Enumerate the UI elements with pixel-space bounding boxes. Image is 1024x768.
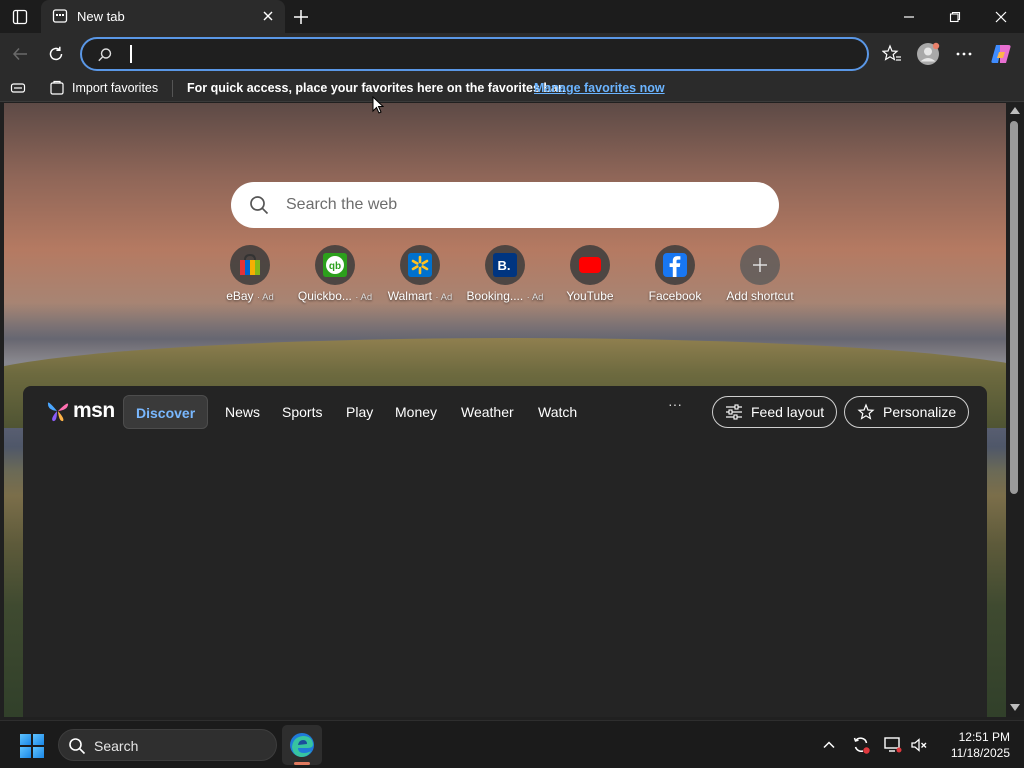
back-button[interactable] (8, 42, 32, 66)
taskbar-search[interactable]: Search (58, 729, 277, 761)
title-bar: New tab (0, 0, 1024, 33)
minimize-icon (904, 16, 914, 18)
nav-sports[interactable]: Sports (270, 395, 334, 429)
avatar-icon (917, 42, 940, 65)
chevron-up-icon (823, 741, 835, 749)
msn-logo[interactable]: msn (45, 398, 115, 424)
taskbar: Search 12:51 PM 11/18/2025 (0, 720, 1024, 768)
close-window-button[interactable] (988, 4, 1014, 30)
nav-watch[interactable]: Watch (526, 395, 589, 429)
import-favorites-button[interactable]: Import favorites (49, 79, 158, 97)
toolbar (0, 33, 1024, 75)
sparkle-star-icon (857, 403, 875, 420)
text-caret (130, 45, 132, 63)
personalize-button[interactable]: Personalize (844, 396, 970, 428)
display-tray-button[interactable] (883, 735, 903, 755)
scroll-thumb[interactable] (1010, 121, 1018, 494)
clock-time: 12:51 PM (958, 730, 1010, 744)
settings-more-button[interactable] (952, 42, 976, 66)
profile-button[interactable] (916, 42, 940, 66)
favorites-bar: Import favorites For quick access, place… (0, 75, 1024, 102)
plus-icon (740, 245, 780, 285)
edge-icon (290, 733, 314, 757)
favorites-hint: For quick access, place your favorites h… (187, 81, 566, 95)
close-icon (995, 11, 1007, 23)
search-icon (98, 48, 112, 62)
taskbar-edge-app[interactable] (282, 725, 322, 765)
nav-money[interactable]: Money (383, 395, 449, 429)
sliders-icon (726, 404, 742, 420)
new-tab-plus-icon[interactable] (290, 6, 312, 28)
shortcut-label: Add shortcut (726, 289, 794, 303)
msn-butterfly-icon (47, 402, 69, 422)
walmart-icon (400, 245, 440, 285)
web-search-box[interactable] (231, 182, 779, 228)
monitor-icon (884, 737, 902, 753)
back-arrow-icon (12, 47, 27, 61)
nav-discover[interactable]: Discover (123, 395, 209, 429)
copilot-button[interactable] (989, 42, 1013, 66)
booking-icon: B. (485, 245, 525, 285)
favorites-divider (172, 80, 173, 97)
quickbooks-icon: qb (315, 245, 355, 285)
shortcut-add[interactable]: Add shortcut (715, 245, 805, 309)
star-list-icon (882, 44, 901, 61)
show-hidden-icons-button[interactable] (819, 735, 839, 755)
clock-date: 11/18/2025 (950, 746, 1010, 760)
nav-more-button[interactable]: ··· (668, 396, 682, 412)
nav-news[interactable]: News (213, 395, 272, 429)
refresh-icon (49, 46, 63, 61)
scroll-down-icon[interactable] (1010, 704, 1020, 711)
youtube-icon (570, 245, 610, 285)
feed-layout-button[interactable]: Feed layout (712, 396, 838, 428)
restore-button[interactable] (942, 4, 968, 30)
svg-text:B.: B. (498, 258, 511, 273)
manage-favorites-link[interactable]: Manage favorites now (534, 81, 665, 95)
speaker-muted-icon (911, 738, 927, 752)
restore-icon (949, 11, 961, 23)
new-tab-page: eBay · Ad qb Quickbo... · Ad Walmart · A… (4, 103, 1006, 717)
refresh-button[interactable] (44, 42, 68, 66)
volume-tray-button[interactable] (909, 735, 929, 755)
nav-weather[interactable]: Weather (449, 395, 526, 429)
svg-text:qb: qb (329, 261, 341, 272)
search-icon (250, 196, 269, 215)
page-scrollbar[interactable] (1006, 103, 1024, 717)
active-app-indicator (294, 762, 310, 765)
more-dots-icon (956, 52, 972, 56)
web-search-input[interactable] (286, 195, 746, 215)
new-tab-favicon-icon (52, 9, 68, 23)
import-favorites-label: Import favorites (72, 81, 159, 95)
sync-alert-icon (853, 737, 870, 754)
scroll-up-icon[interactable] (1010, 107, 1020, 114)
msn-logo-text: msn (73, 399, 115, 422)
mouse-cursor-icon (372, 96, 384, 114)
search-icon (69, 738, 86, 755)
facebook-icon (655, 245, 695, 285)
address-input[interactable] (126, 44, 846, 64)
tab-title: New tab (77, 9, 125, 24)
import-icon (50, 80, 64, 95)
screen: New tab Import favorites For quick acces… (0, 0, 1024, 768)
windows-logo-icon (20, 734, 31, 745)
tab-close-icon[interactable] (260, 8, 276, 24)
tab-actions-icon (12, 9, 28, 25)
tab-new-tab[interactable]: New tab (41, 0, 285, 33)
sync-tray-button[interactable] (851, 735, 871, 755)
favorites-button[interactable] (880, 42, 904, 66)
nav-play[interactable]: Play (334, 395, 385, 429)
collections-icon[interactable] (10, 80, 26, 96)
taskbar-search-label: Search (94, 738, 139, 754)
copilot-icon (991, 45, 1011, 63)
taskbar-clock[interactable]: 12:51 PM 11/18/2025 (940, 729, 1010, 761)
feed-layout-label: Feed layout (751, 404, 825, 420)
address-bar[interactable] (80, 37, 869, 71)
personalize-label: Personalize (883, 404, 957, 420)
tab-actions-button[interactable] (8, 6, 32, 28)
ebay-icon (230, 245, 270, 285)
start-button[interactable] (20, 734, 44, 758)
minimize-button[interactable] (896, 4, 922, 30)
msn-feed: msn Discover News Sports Play Money Weat… (23, 386, 987, 717)
